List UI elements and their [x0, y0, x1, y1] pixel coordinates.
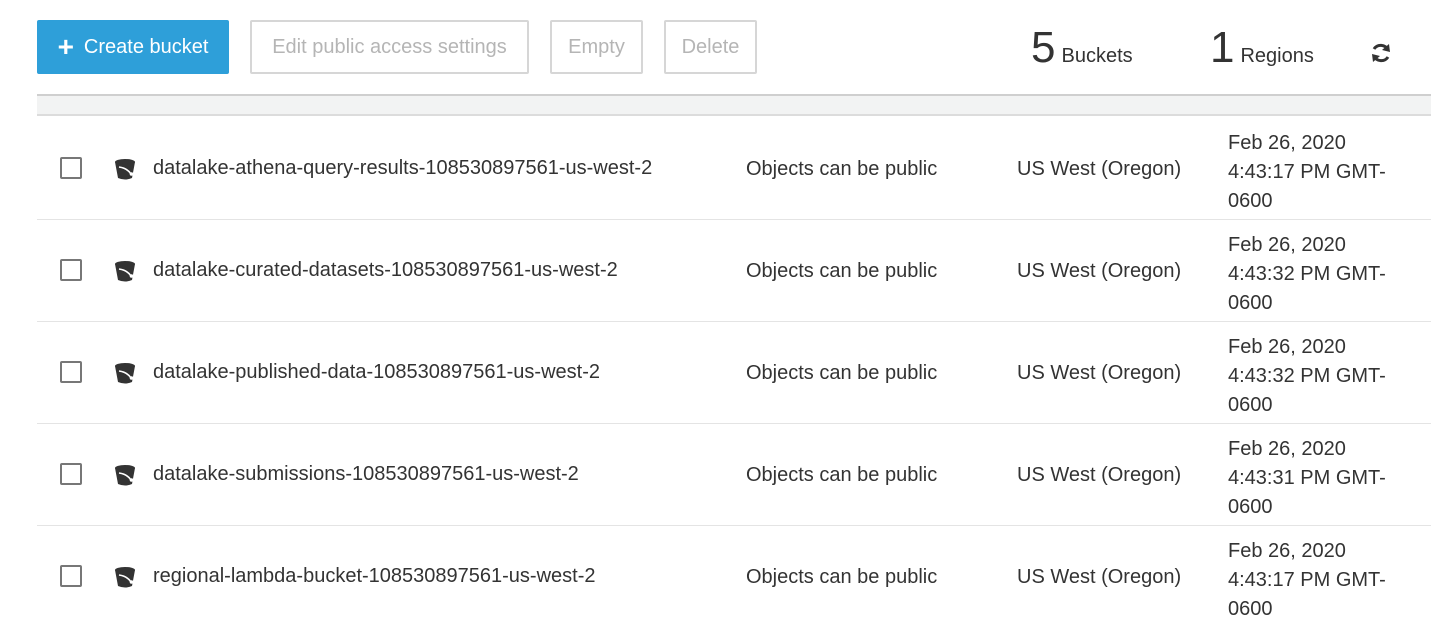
- date-created: Feb 26, 2020 4:43:17 PM GMT- 0600: [1228, 537, 1423, 624]
- date-created: Feb 26, 2020 4:43:32 PM GMT- 0600: [1228, 333, 1423, 420]
- date-line: 4:43:32 PM GMT-: [1228, 263, 1386, 285]
- table-row[interactable]: datalake-published-data-108530897561-us-…: [37, 322, 1431, 424]
- regions-count: 1: [1210, 23, 1235, 72]
- access-status: Objects can be public: [746, 260, 938, 282]
- bucket-region: US West (Oregon): [1017, 260, 1182, 282]
- table-row[interactable]: datalake-submissions-108530897561-us-wes…: [37, 424, 1431, 526]
- bucket-table: datalake-athena-query-results-1085308975…: [37, 118, 1431, 628]
- refresh-icon[interactable]: [1366, 38, 1396, 68]
- access-status: Objects can be public: [746, 566, 938, 588]
- bucket-icon: [113, 157, 137, 181]
- bucket-icon: [113, 565, 137, 589]
- date-created: Feb 26, 2020 4:43:31 PM GMT- 0600: [1228, 435, 1423, 522]
- table-row[interactable]: datalake-athena-query-results-1085308975…: [37, 118, 1431, 220]
- table-row[interactable]: datalake-curated-datasets-108530897561-u…: [37, 220, 1431, 322]
- date-line: 4:43:31 PM GMT-: [1228, 467, 1386, 489]
- bucket-name-link[interactable]: datalake-published-data-108530897561-us-…: [153, 361, 600, 384]
- date-created: Feb 26, 2020 4:43:32 PM GMT- 0600: [1228, 231, 1423, 318]
- date-line: Feb 26, 2020: [1228, 540, 1346, 562]
- row-checkbox[interactable]: [60, 157, 82, 179]
- bucket-region: US West (Oregon): [1017, 464, 1182, 486]
- create-bucket-button[interactable]: + Create bucket: [37, 20, 229, 74]
- row-checkbox[interactable]: [60, 463, 82, 485]
- date-line: 4:43:17 PM GMT-: [1228, 569, 1386, 591]
- date-line: 0600: [1228, 598, 1273, 620]
- bucket-icon: [113, 463, 137, 487]
- bucket-name-link[interactable]: datalake-athena-query-results-1085308975…: [153, 157, 652, 180]
- create-bucket-label: Create bucket: [83, 35, 209, 58]
- date-line: Feb 26, 2020: [1228, 438, 1346, 460]
- toolbar: + Create bucket Edit public access setti…: [0, 0, 1445, 96]
- buckets-count: 5: [1031, 23, 1056, 72]
- bucket-region: US West (Oregon): [1017, 362, 1182, 384]
- bucket-region: US West (Oregon): [1017, 566, 1182, 588]
- date-line: 0600: [1228, 190, 1273, 212]
- row-checkbox[interactable]: [60, 259, 82, 281]
- bucket-name-link[interactable]: datalake-submissions-108530897561-us-wes…: [153, 463, 579, 486]
- empty-button[interactable]: Empty: [550, 20, 643, 74]
- plus-icon: +: [57, 31, 74, 62]
- date-line: 0600: [1228, 292, 1273, 314]
- date-line: 4:43:32 PM GMT-: [1228, 365, 1386, 387]
- bucket-region: US West (Oregon): [1017, 158, 1182, 180]
- buckets-counter: 5 Buckets: [1031, 26, 1133, 70]
- date-line: Feb 26, 2020: [1228, 132, 1346, 154]
- access-status: Objects can be public: [746, 158, 938, 180]
- table-row[interactable]: regional-lambda-bucket-108530897561-us-w…: [37, 526, 1431, 628]
- regions-counter: 1 Regions: [1210, 26, 1314, 70]
- row-checkbox[interactable]: [60, 565, 82, 587]
- delete-button[interactable]: Delete: [664, 20, 757, 74]
- row-checkbox[interactable]: [60, 361, 82, 383]
- access-status: Objects can be public: [746, 362, 938, 384]
- edit-public-access-settings-button[interactable]: Edit public access settings: [250, 20, 529, 74]
- date-line: Feb 26, 2020: [1228, 234, 1346, 256]
- date-line: 4:43:17 PM GMT-: [1228, 161, 1386, 183]
- bucket-name-link[interactable]: regional-lambda-bucket-108530897561-us-w…: [153, 565, 596, 588]
- regions-label: Regions: [1240, 45, 1314, 67]
- date-line: 0600: [1228, 394, 1273, 416]
- bucket-icon: [113, 361, 137, 385]
- date-line: Feb 26, 2020: [1228, 336, 1346, 358]
- bucket-icon: [113, 259, 137, 283]
- access-status: Objects can be public: [746, 464, 938, 486]
- buckets-label: Buckets: [1061, 45, 1133, 67]
- date-created: Feb 26, 2020 4:43:17 PM GMT- 0600: [1228, 129, 1423, 216]
- bucket-name-link[interactable]: datalake-curated-datasets-108530897561-u…: [153, 259, 618, 282]
- table-header: [37, 94, 1431, 116]
- date-line: 0600: [1228, 496, 1273, 518]
